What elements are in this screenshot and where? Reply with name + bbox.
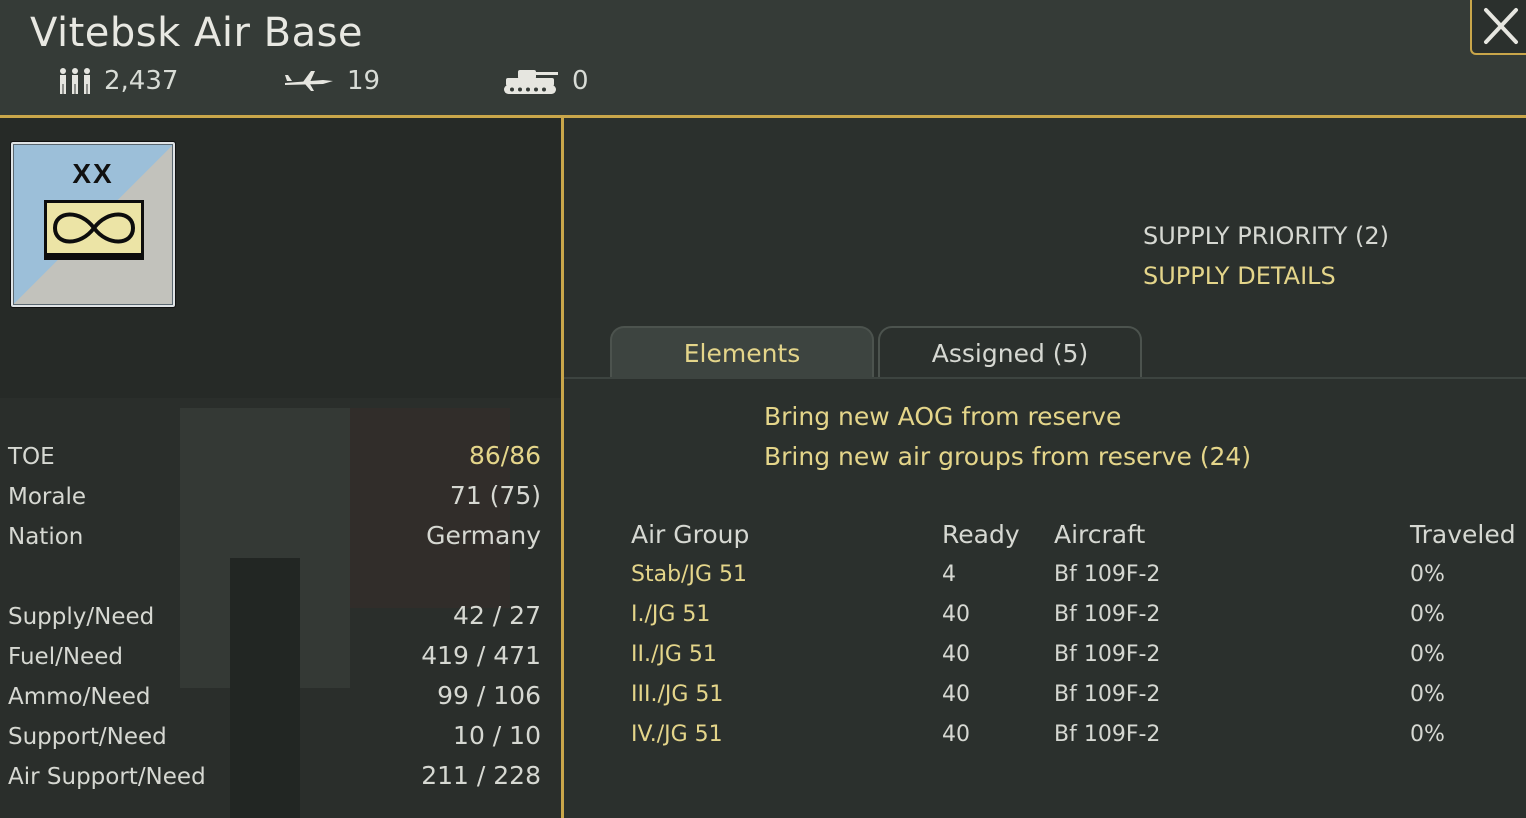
close-button[interactable]: [1470, 0, 1526, 55]
men-stat: 2,437: [58, 66, 178, 96]
aircraft-value: Bf 109F-2: [1054, 642, 1161, 667]
stat-label: Supply/Need: [8, 604, 155, 630]
ready-value: 40: [942, 682, 970, 707]
stat-value: 99 / 106: [437, 681, 541, 710]
aircraft-stat: 19: [283, 66, 380, 96]
bring-new-air-groups-link[interactable]: Bring new air groups from reserve (24): [764, 442, 1251, 471]
ready-value: 40: [942, 642, 970, 667]
tank-stat: 0: [502, 66, 589, 96]
stat-label: Ammo/Need: [8, 684, 151, 710]
air-group-name[interactable]: II./JG 51: [631, 642, 717, 667]
column-header-ready[interactable]: Ready: [942, 520, 1020, 549]
traveled-value: 0%: [1410, 562, 1445, 587]
supply-details-link[interactable]: SUPPLY DETAILS: [1143, 262, 1336, 290]
aircraft-icon: [285, 71, 333, 91]
aircraft-value: Bf 109F-2: [1054, 562, 1161, 587]
air-group-name[interactable]: Stab/JG 51: [631, 562, 747, 587]
tab-divider: [564, 377, 1526, 379]
traveled-value: 0%: [1410, 682, 1445, 707]
stat-label: Fuel/Need: [8, 644, 123, 670]
air-group-name[interactable]: IV./JG 51: [631, 722, 723, 747]
background-map-patch: [230, 558, 300, 818]
infinity-icon: [52, 212, 136, 244]
air-base-symbol-icon: [44, 200, 144, 256]
traveled-value: 0%: [1410, 642, 1445, 667]
traveled-value: 0%: [1410, 602, 1445, 627]
stat-value: 10 / 10: [453, 721, 541, 750]
column-header-traveled[interactable]: Traveled: [1410, 520, 1516, 549]
stat-value: Germany: [426, 521, 541, 550]
tank-count: 0: [572, 66, 589, 96]
column-header-air-group[interactable]: Air Group: [631, 520, 749, 549]
ready-value: 40: [942, 722, 970, 747]
traveled-value: 0%: [1410, 722, 1445, 747]
stat-value: 71 (75): [449, 481, 541, 510]
tab-assigned[interactable]: Assigned (5): [878, 326, 1142, 378]
men-count: 2,437: [104, 66, 179, 96]
stat-label: TOE: [8, 444, 55, 470]
stat-value: 42 / 27: [453, 601, 541, 630]
close-icon: [1484, 8, 1518, 44]
unit-counter[interactable]: XX: [10, 141, 176, 308]
aircraft-value: Bf 109F-2: [1054, 682, 1161, 707]
air-group-name[interactable]: I./JG 51: [631, 602, 710, 627]
stat-value: 419 / 471: [421, 641, 541, 670]
stat-label: Air Support/Need: [8, 764, 206, 790]
stat-label: Nation: [8, 524, 84, 550]
stat-label: Support/Need: [8, 724, 167, 750]
base-title: Vitebsk Air Base: [30, 10, 364, 56]
aircraft-count: 19: [347, 66, 381, 96]
ready-value: 40: [942, 602, 970, 627]
supply-priority-button[interactable]: SUPPLY PRIORITY (2): [1143, 222, 1389, 250]
stat-value: 86/86: [468, 441, 541, 470]
aircraft-value: Bf 109F-2: [1054, 722, 1161, 747]
column-header-aircraft[interactable]: Aircraft: [1054, 520, 1145, 549]
air-group-name[interactable]: III./JG 51: [631, 682, 723, 707]
aircraft-value: Bf 109F-2: [1054, 602, 1161, 627]
unit-size-label: XX: [72, 158, 114, 189]
panel-divider: [561, 118, 564, 818]
stat-value: 211 / 228: [421, 761, 541, 790]
tank-icon: [504, 70, 558, 94]
stat-label: Morale: [8, 484, 87, 510]
ready-value: 4: [942, 562, 956, 587]
header-bar: Vitebsk Air Base 2,437 19 0: [0, 0, 1526, 115]
men-icon: [60, 68, 90, 94]
bring-new-aog-link[interactable]: Bring new AOG from reserve: [764, 402, 1121, 431]
tab-elements[interactable]: Elements: [610, 326, 874, 378]
